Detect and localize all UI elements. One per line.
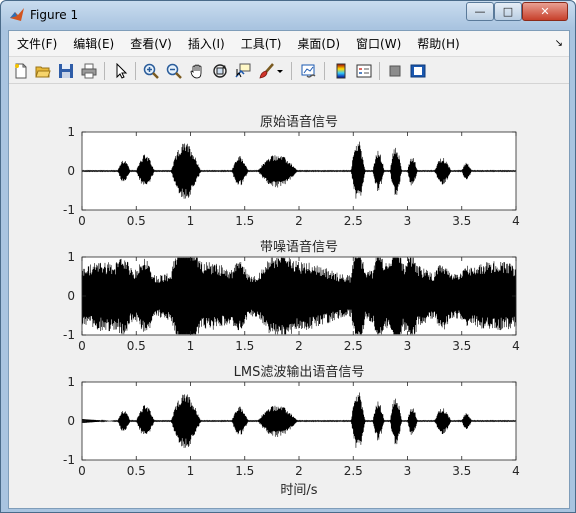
x-tick-label: 1.5	[235, 339, 254, 353]
y-tick-label: -1	[63, 453, 75, 467]
x-tick-label: 3	[404, 214, 412, 228]
link-plot-icon[interactable]	[299, 61, 319, 81]
x-tick-label: 3	[404, 339, 412, 353]
dock-arrow-icon[interactable]: ↘	[555, 38, 563, 49]
menu-view[interactable]: 查看(V)	[122, 31, 180, 57]
pointer-icon[interactable]	[111, 61, 131, 81]
brush-icon[interactable]	[256, 61, 276, 81]
close-icon: ✕	[540, 5, 550, 18]
menu-edit[interactable]: 编辑(E)	[65, 31, 122, 57]
x-tick-label: 2.5	[344, 339, 363, 353]
menu-file[interactable]: 文件(F)	[9, 31, 65, 57]
menu-bar: 文件(F) 编辑(E) 查看(V) 插入(I) 工具(T) 桌面(D) 窗口(W…	[9, 31, 569, 57]
menu-tools[interactable]: 工具(T)	[233, 31, 290, 57]
hide-plot-tools-icon[interactable]	[385, 61, 405, 81]
subplot-title-1: 原始语音信号	[260, 114, 338, 130]
zoom-out-icon[interactable]	[164, 61, 184, 81]
menu-help[interactable]: 帮助(H)	[409, 31, 467, 57]
subplot-title-2: 带噪语音信号	[260, 239, 338, 255]
x-tick-label: 2.5	[344, 464, 363, 478]
menu-desktop[interactable]: 桌面(D)	[289, 31, 348, 57]
x-tick-label: 3.5	[452, 339, 471, 353]
y-tick-label: -1	[63, 328, 75, 342]
x-tick-label: 1	[187, 464, 195, 478]
x-axis-label: 时间/s	[280, 483, 317, 498]
title-bar[interactable]: Figure 1 — □ ✕	[1, 1, 575, 28]
data-cursor-icon[interactable]	[233, 61, 253, 81]
x-tick-label: 0.5	[127, 464, 146, 478]
x-tick-label: 1.5	[235, 464, 254, 478]
x-tick-label: 2	[295, 464, 303, 478]
x-tick-label: 1	[187, 214, 195, 228]
matlab-logo-icon	[10, 8, 24, 21]
maximize-icon: □	[502, 5, 514, 18]
x-tick-label: 4	[512, 214, 520, 228]
y-tick-label: 1	[67, 375, 75, 389]
y-tick-label: 1	[67, 125, 75, 139]
x-tick-label: 2	[295, 214, 303, 228]
x-tick-label: 0	[78, 339, 86, 353]
y-tick-label: 0	[67, 289, 75, 303]
x-tick-label: 0.5	[127, 214, 146, 228]
figure-window: Figure 1 — □ ✕ 文件(F) 编辑(E) 查看(V) 插入(I) 工…	[0, 0, 576, 513]
open-file-icon[interactable]	[33, 61, 53, 81]
menu-window[interactable]: 窗口(W)	[348, 31, 409, 57]
x-tick-label: 1.5	[235, 214, 254, 228]
x-tick-label: 3.5	[452, 464, 471, 478]
minimize-button[interactable]: —	[466, 2, 494, 21]
x-tick-label: 0.5	[127, 339, 146, 353]
x-tick-label: 3	[404, 464, 412, 478]
zoom-in-icon[interactable]	[141, 61, 161, 81]
x-tick-label: 1	[187, 339, 195, 353]
x-tick-label: 0	[78, 464, 86, 478]
menu-insert[interactable]: 插入(I)	[180, 31, 233, 57]
x-tick-label: 4	[512, 339, 520, 353]
pan-icon[interactable]	[187, 61, 207, 81]
subplot-title-3: LMS滤波输出语音信号	[234, 364, 365, 380]
brush-dropdown-icon[interactable]	[275, 61, 285, 81]
x-tick-label: 0	[78, 214, 86, 228]
minimize-icon: —	[474, 5, 486, 18]
x-tick-label: 3.5	[452, 214, 471, 228]
rotate-3d-icon[interactable]	[210, 61, 230, 81]
x-tick-label: 2.5	[344, 214, 363, 228]
legend-icon[interactable]	[354, 61, 374, 81]
figure-client-area: 文件(F) 编辑(E) 查看(V) 插入(I) 工具(T) 桌面(D) 窗口(W…	[8, 30, 570, 509]
new-figure-icon[interactable]	[11, 61, 31, 81]
maximize-button[interactable]: □	[494, 2, 522, 21]
x-tick-label: 4	[512, 464, 520, 478]
y-tick-label: 1	[67, 250, 75, 264]
show-plot-tools-icon[interactable]	[408, 61, 428, 81]
x-tick-label: 2	[295, 339, 303, 353]
print-icon[interactable]	[79, 61, 99, 81]
y-tick-label: 0	[67, 414, 75, 428]
y-tick-label: 0	[67, 164, 75, 178]
subplots-svg: 0 0.5 1 1.5 2 2.5 3 3.5 410-1原始语音信号0 0.5 1 1.5 2 2.5 3…	[63, 114, 520, 498]
figure-canvas: 0 0.5 1 1.5 2 2.5 3 3.5 4 1 0 -1 原始语音信号 0 0.5 1 1.5 2 2.5 3…	[9, 87, 569, 508]
window-title: Figure 1	[30, 8, 79, 22]
close-button[interactable]: ✕	[522, 2, 568, 21]
y-tick-label: -1	[63, 203, 75, 217]
save-icon[interactable]	[56, 61, 76, 81]
colorbar-icon[interactable]	[331, 61, 351, 81]
figure-toolbar	[9, 58, 569, 84]
